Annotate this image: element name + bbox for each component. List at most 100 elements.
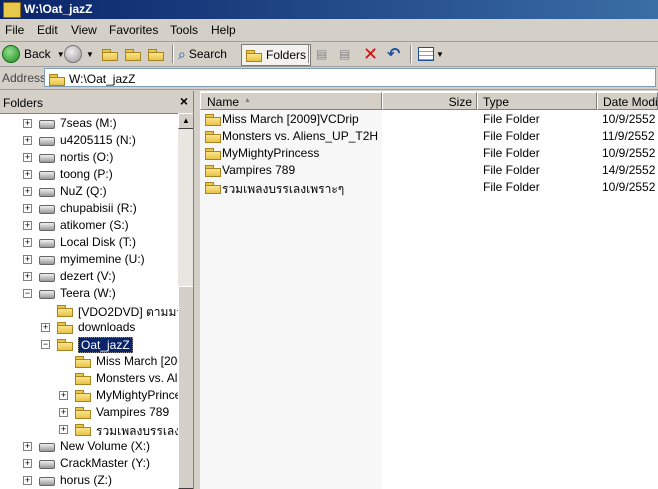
folders-button[interactable]: Folders (241, 44, 312, 66)
file-date: 10/9/2552 (602, 180, 656, 194)
search-icon: ⌕ (178, 45, 186, 62)
network-drive-icon (39, 188, 55, 197)
tree-item[interactable]: + chupabisii (R:) (0, 200, 178, 217)
expand-icon[interactable]: + (23, 442, 32, 451)
file-row[interactable]: รวมเพลงบรรเลงเพราะๆ File Folder 10/9/2552 (200, 179, 658, 196)
folders-label: Folders (266, 48, 307, 62)
tree-item[interactable]: + nortis (O:) (0, 149, 178, 166)
menu-tools[interactable]: Tools (170, 23, 198, 37)
expand-icon[interactable]: + (23, 119, 32, 128)
tree-item[interactable]: +7seas (M:) (0, 115, 178, 132)
column-header-name[interactable]: Name ▲ (200, 92, 382, 110)
tree-item[interactable]: + myimemine (U:) (0, 251, 178, 268)
tree-item-label: Vampires 789 (96, 405, 170, 419)
column-name-label: Name (207, 95, 240, 109)
dropdown-arrow-icon: ▼ (86, 49, 94, 59)
expand-icon[interactable]: + (23, 136, 32, 145)
scroll-thumb[interactable] (178, 286, 193, 489)
collapse-icon[interactable]: − (23, 289, 32, 298)
folders-icon (246, 50, 262, 62)
expand-icon[interactable]: + (23, 255, 32, 264)
tree-item[interactable]: + New Volume (X:) (0, 438, 178, 455)
toolbar-separator (308, 45, 310, 63)
back-button[interactable]: Back ▼ (2, 44, 65, 64)
network-drive-icon (39, 290, 55, 299)
expand-icon[interactable]: + (23, 187, 32, 196)
expand-icon[interactable]: + (23, 459, 32, 468)
back-arrow-icon (2, 45, 20, 63)
tree-item[interactable]: Monsters vs. Alie (0, 370, 178, 387)
forward-button[interactable]: ▼ (64, 44, 94, 64)
expand-icon[interactable]: + (23, 476, 32, 485)
expand-icon[interactable]: + (23, 153, 32, 162)
search-button[interactable]: ⌕ Search (178, 44, 227, 64)
expand-icon[interactable]: + (23, 221, 32, 230)
expand-icon[interactable]: + (41, 323, 50, 332)
tree-item[interactable]: + downloads (0, 319, 178, 336)
up-folder-button[interactable] (102, 44, 118, 64)
expand-icon[interactable]: + (23, 238, 32, 247)
menu-edit[interactable]: Edit (37, 23, 58, 37)
tree-item[interactable]: + u4205115 (N:) (0, 132, 178, 149)
delete-button[interactable]: ✕ (363, 44, 378, 64)
file-type: File Folder (483, 163, 540, 177)
copy-to-button[interactable]: ▤ (339, 44, 355, 64)
undo-button[interactable]: ↶ (387, 44, 400, 64)
file-name: MyMightyPrincess (222, 146, 320, 160)
network-drive-icon (39, 137, 55, 146)
folder-icon (205, 148, 221, 160)
column-header-type[interactable]: Type (477, 92, 597, 110)
tree-item[interactable]: + CrackMaster (Y:) (0, 455, 178, 472)
collapse-icon[interactable]: − (41, 340, 50, 349)
move-to-button[interactable]: ▤ (316, 44, 332, 64)
views-button[interactable]: ▼ (418, 44, 444, 64)
tree-item[interactable]: + horus (Z:) (0, 472, 178, 489)
tree-item[interactable]: + Local Disk (T:) (0, 234, 178, 251)
address-input[interactable]: W:\Oat_jazZ (44, 68, 656, 87)
close-icon[interactable]: × (180, 93, 188, 109)
network-drive-icon (39, 120, 55, 129)
tree-item[interactable]: + dezert (V:) (0, 268, 178, 285)
file-row[interactable]: MyMightyPrincess File Folder 10/9/2552 (200, 145, 658, 162)
tree-item[interactable]: + NuZ (Q:) (0, 183, 178, 200)
expand-icon[interactable]: + (23, 170, 32, 179)
file-type: File Folder (483, 129, 540, 143)
expand-icon[interactable]: + (23, 272, 32, 281)
expand-icon[interactable]: + (23, 204, 32, 213)
menu-view[interactable]: View (71, 23, 97, 37)
tree-item-label: u4205115 (N:) (60, 133, 136, 147)
file-row[interactable]: Monsters vs. Aliens_UP_T2H File Folder 11/… (200, 128, 658, 145)
folders-scrollbar[interactable]: ▲ (178, 113, 193, 489)
tree-item[interactable]: + atikomer (S:) (0, 217, 178, 234)
folder-sync-button[interactable] (125, 44, 141, 64)
expand-icon[interactable]: + (59, 408, 68, 417)
folder-delete-button[interactable] (148, 44, 164, 64)
tree-item-label: Miss March [2009 (96, 354, 178, 368)
tree-item[interactable]: [VDO2DVD] ตามมารสล (0, 302, 178, 319)
expand-icon[interactable]: + (59, 425, 68, 434)
tree-item-label: New Volume (X:) (60, 439, 151, 453)
tree-item-label: myimemine (U:) (60, 252, 145, 266)
tree-item[interactable]: +รวมเพลงบรรเลงเพ (0, 421, 178, 438)
column-header-date[interactable]: Date Modifi (597, 92, 658, 110)
tree-item[interactable]: + toong (P:) (0, 166, 178, 183)
folder-icon (49, 74, 65, 86)
file-type: File Folder (483, 180, 540, 194)
tree-item[interactable]: + MyMightyPrinces (0, 387, 178, 404)
menu-favorites[interactable]: Favorites (109, 23, 158, 37)
menu-file[interactable]: File (5, 23, 24, 37)
tree-item[interactable]: + Vampires 789 (0, 404, 178, 421)
file-name: Monsters vs. Aliens_UP_T2H (222, 129, 379, 143)
file-row[interactable]: Miss March [2009]VCDrip File Folder 10/9/2… (200, 111, 658, 128)
menu-help[interactable]: Help (211, 23, 236, 37)
column-header-size[interactable]: Size (382, 92, 477, 110)
scroll-up-button[interactable]: ▲ (178, 113, 193, 129)
network-drive-icon (39, 460, 55, 469)
tree-item[interactable]: − Oat_jazZ (0, 336, 178, 353)
file-date: 11/9/2552 8 (602, 129, 658, 143)
file-row[interactable]: Vampires 789 File Folder 14/9/2552 (200, 162, 658, 179)
expand-icon[interactable]: + (59, 391, 68, 400)
tree-item[interactable]: Miss March [2009 (0, 353, 178, 370)
title-bar[interactable]: W:\Oat_jazZ (0, 0, 658, 19)
tree-item[interactable]: − Teera (W:) (0, 285, 178, 302)
